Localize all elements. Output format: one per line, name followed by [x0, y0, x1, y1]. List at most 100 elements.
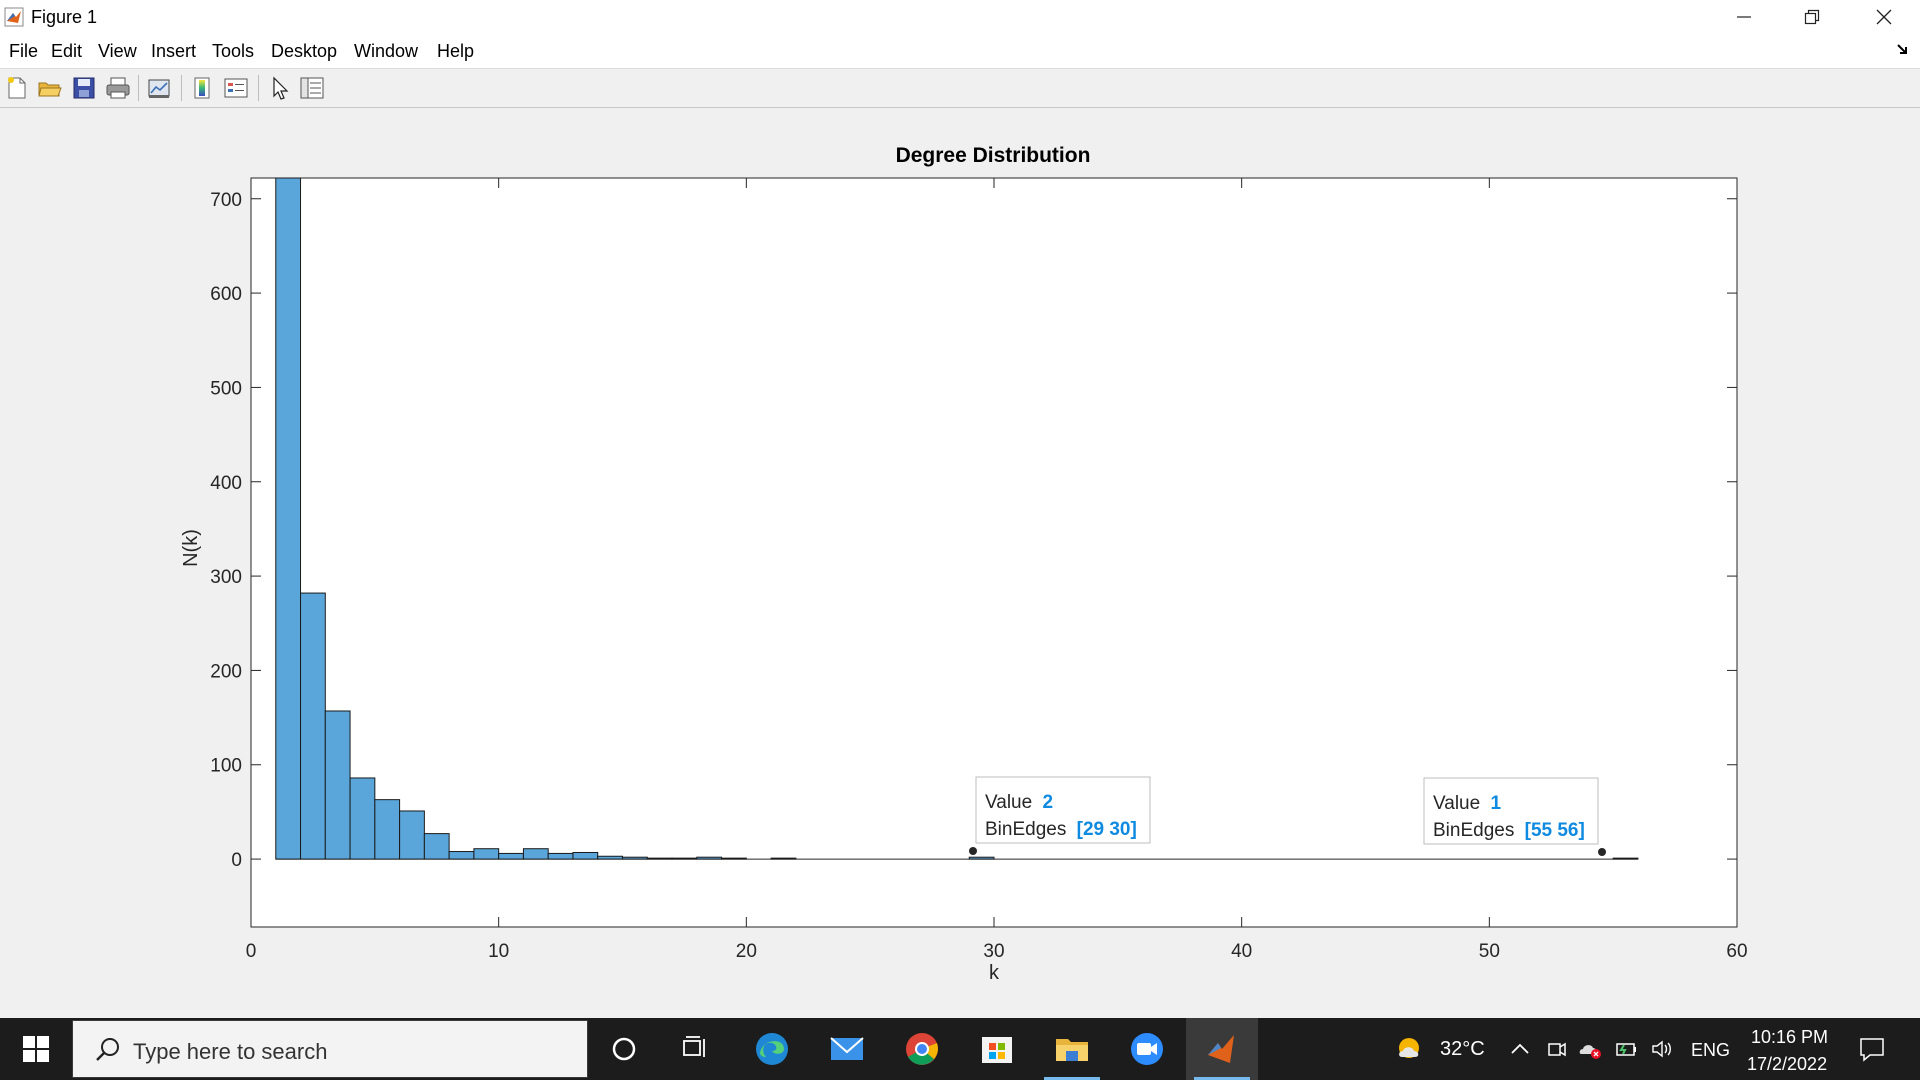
- dock-arrow-icon[interactable]: [1896, 42, 1910, 56]
- histogram-bar[interactable]: [770, 857, 797, 860]
- datatip-2-edges-label: BinEdges: [1433, 820, 1514, 841]
- histogram-plot: Degree Distribution 0 10 20 30 40 50 600100200…: [180, 144, 1748, 984]
- y-tick-label: 0: [231, 850, 242, 871]
- histogram-bar[interactable]: [622, 856, 648, 860]
- datatip-1[interactable]: Value 2 BinEdges [29 30]: [969, 776, 1151, 855]
- weather-icon[interactable]: [1396, 1035, 1426, 1063]
- weather-temperature[interactable]: 32°C: [1440, 1038, 1485, 1061]
- store-button[interactable]: [961, 1018, 1033, 1080]
- svg-text:Value 1: Value 1: [1433, 793, 1501, 814]
- histogram-bar[interactable]: [1612, 857, 1639, 860]
- datatip-1-edges: [29 30]: [1077, 819, 1137, 840]
- notifications-icon[interactable]: [1858, 1035, 1886, 1063]
- x-axis-label: k: [989, 962, 1000, 984]
- volume-icon[interactable]: [1650, 1037, 1674, 1061]
- histogram-bar[interactable]: [522, 848, 549, 860]
- task-view-icon: [683, 1036, 705, 1057]
- histogram-bar[interactable]: [968, 856, 995, 860]
- file-explorer-icon: [1056, 1039, 1088, 1061]
- histogram-bar[interactable]: [671, 857, 698, 860]
- x-tick-label: 40: [1231, 941, 1252, 962]
- chrome-button[interactable]: [886, 1018, 958, 1080]
- property-inspector-icon[interactable]: [299, 75, 325, 101]
- histogram-bar[interactable]: [473, 848, 500, 860]
- link-plot-icon[interactable]: [146, 75, 172, 101]
- histogram-bar[interactable]: [374, 799, 401, 860]
- menu-window[interactable]: Window: [354, 41, 418, 62]
- close-icon: [1876, 9, 1892, 25]
- start-button[interactable]: [0, 1018, 72, 1080]
- edge-icon: [756, 1033, 788, 1065]
- menu-desktop[interactable]: Desktop: [271, 41, 337, 62]
- menu-bar: File Edit View Insert Tools Desktop Wind…: [0, 34, 1920, 69]
- datatip-2-value: 1: [1490, 793, 1501, 814]
- menu-insert[interactable]: Insert: [151, 41, 196, 62]
- restore-icon: [1804, 9, 1820, 25]
- toolbar-separator: [181, 75, 182, 101]
- menu-file[interactable]: File: [9, 41, 38, 62]
- print-icon[interactable]: [105, 75, 131, 101]
- open-file-icon[interactable]: [37, 75, 63, 101]
- cortana-button[interactable]: [588, 1018, 660, 1080]
- matlab-icon: [4, 7, 24, 27]
- x-tick-label: 50: [1479, 941, 1500, 962]
- meet-now-icon[interactable]: [1544, 1037, 1568, 1061]
- histogram-bar[interactable]: [399, 810, 425, 860]
- histogram-bar[interactable]: [646, 857, 673, 860]
- datatip-1-marker[interactable]: [969, 847, 977, 855]
- histogram-bar[interactable]: [423, 833, 450, 860]
- histogram-bar[interactable]: [547, 852, 574, 860]
- datatip-1-value-label: Value: [985, 792, 1032, 813]
- menu-edit[interactable]: Edit: [51, 41, 82, 62]
- taskbar-search-box[interactable]: Type here to search: [72, 1020, 588, 1078]
- close-button[interactable]: [1855, 0, 1913, 34]
- menu-help[interactable]: Help: [437, 41, 474, 62]
- chrome-icon: [906, 1033, 938, 1065]
- svg-text:BinEdges [29 30]: BinEdges [29 30]: [985, 819, 1137, 840]
- histogram-bar[interactable]: [275, 177, 302, 860]
- histogram-bar[interactable]: [448, 851, 475, 860]
- save-icon[interactable]: [71, 75, 97, 101]
- menu-tools[interactable]: Tools: [212, 41, 254, 62]
- clock-date[interactable]: 17/2/2022: [1747, 1054, 1827, 1075]
- histogram-bar[interactable]: [300, 592, 326, 860]
- histogram-bar[interactable]: [696, 856, 723, 860]
- datatip-2-marker[interactable]: [1598, 848, 1606, 856]
- search-icon: [96, 1038, 119, 1061]
- file-explorer-button[interactable]: [1036, 1018, 1108, 1080]
- battery-icon[interactable]: [1614, 1037, 1638, 1061]
- insert-legend-icon[interactable]: [223, 75, 249, 101]
- x-tick-label: 10: [488, 941, 509, 962]
- histogram-bar[interactable]: [324, 710, 351, 860]
- insert-colorbar-icon[interactable]: [190, 75, 216, 101]
- language-indicator[interactable]: ENG: [1691, 1040, 1730, 1061]
- datatip-1-value: 2: [1042, 792, 1053, 813]
- edit-plot-icon[interactable]: [267, 75, 293, 101]
- matlab-taskbar-button[interactable]: [1186, 1018, 1258, 1080]
- histogram-bar[interactable]: [349, 777, 376, 860]
- clock-time[interactable]: 10:16 PM: [1751, 1027, 1828, 1048]
- title-bar: Figure 1: [0, 0, 1920, 34]
- zoom-button[interactable]: [1111, 1018, 1183, 1080]
- histogram-bar[interactable]: [498, 852, 524, 860]
- onedrive-error-icon[interactable]: [1578, 1037, 1602, 1061]
- edge-button[interactable]: [736, 1018, 808, 1080]
- chevron-up-icon[interactable]: [1508, 1037, 1532, 1061]
- histogram-bar[interactable]: [597, 855, 624, 860]
- histogram-bar[interactable]: [721, 857, 747, 860]
- y-tick-label: 300: [210, 567, 242, 588]
- y-tick-label: 500: [210, 378, 242, 399]
- histogram-bar[interactable]: [572, 851, 599, 860]
- new-figure-icon[interactable]: [4, 75, 30, 101]
- datatip-2-value-label: Value: [1433, 793, 1480, 814]
- minimize-button[interactable]: [1715, 0, 1773, 34]
- mail-button[interactable]: [811, 1018, 883, 1080]
- x-tick-label: 30: [983, 941, 1004, 962]
- datatip-2[interactable]: Value 1 BinEdges [55 56]: [1423, 777, 1606, 856]
- task-view-button[interactable]: [660, 1018, 732, 1080]
- cortana-icon: [612, 1037, 636, 1061]
- mail-icon: [830, 1037, 864, 1060]
- menu-view[interactable]: View: [98, 41, 137, 62]
- restore-button[interactable]: [1783, 0, 1841, 34]
- datatip-2-edges: [55 56]: [1525, 820, 1585, 841]
